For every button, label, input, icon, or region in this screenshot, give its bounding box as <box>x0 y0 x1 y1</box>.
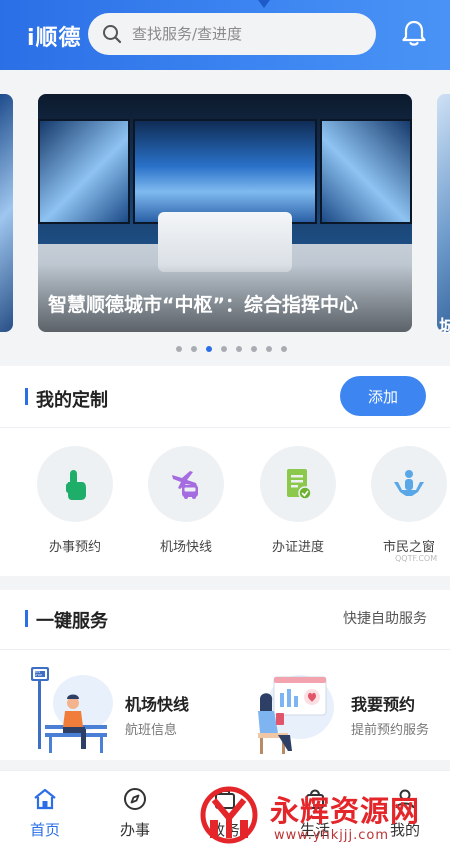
tab-home[interactable]: 首页 <box>15 787 75 840</box>
bell-icon[interactable] <box>399 18 429 48</box>
carousel-dot[interactable] <box>221 346 227 352</box>
custom-item-label: 办事预约 <box>48 540 101 555</box>
banner-next-peek[interactable]: 城 <box>437 94 450 337</box>
section-accent-bar <box>25 610 28 627</box>
tab-label: 首页 <box>29 821 60 839</box>
search-bar[interactable] <box>88 13 376 55</box>
carousel-dot[interactable] <box>191 346 197 352</box>
watermark-small: QQTF.COM <box>395 554 438 563</box>
service-subtitle: 提前预约服务 <box>351 723 430 738</box>
service-appointment[interactable]: 我要预约 提前预约服务 <box>244 663 444 763</box>
citizen-hands-icon <box>394 470 424 496</box>
service-subtitle: 航班信息 <box>125 723 178 738</box>
carousel-dots <box>176 346 287 352</box>
services-section: 一键服务 快捷自助服务 BUS STOP 机场快线 航班信息 我要预约 提前预约… <box>0 590 450 760</box>
custom-item-certificate-progress[interactable]: 办证进度 <box>253 446 343 555</box>
document-progress-icon <box>287 469 312 500</box>
banner-image <box>38 119 130 224</box>
carousel-dot-active[interactable] <box>206 346 212 352</box>
hand-tap-icon <box>66 470 86 500</box>
carousel-dot[interactable] <box>266 346 272 352</box>
custom-item-citizen-window[interactable]: 市民之窗 <box>364 446 450 555</box>
banner-previous-peek[interactable] <box>0 94 13 332</box>
watermark: 永辉资源网 www.yhkjjj.com <box>200 780 450 850</box>
banner-slide[interactable]: 智慧顺德城市“中枢”：综合指挥中心 <box>38 94 412 332</box>
divider <box>0 649 450 650</box>
tab-services[interactable]: 办事 <box>105 787 165 840</box>
notch-indicator <box>258 0 270 8</box>
section-accent-bar <box>25 388 28 405</box>
custom-item-label: 办证进度 <box>271 540 324 555</box>
custom-item-label: 机场快线 <box>159 540 212 555</box>
custom-section: 我的定制 添加 办事预约 机场快线 办证进度 市民之窗 QQTF.COM <box>0 366 450 576</box>
carousel-dot[interactable] <box>281 346 287 352</box>
quick-service-link[interactable]: 快捷自助服务 <box>343 608 427 628</box>
carousel-dot[interactable] <box>251 346 257 352</box>
search-input[interactable] <box>132 25 352 43</box>
tab-label: 办事 <box>119 821 150 839</box>
service-airport-express[interactable]: BUS STOP 机场快线 航班信息 <box>25 663 225 763</box>
appointment-illustration <box>258 675 334 754</box>
custom-header: 我的定制 添加 <box>0 366 450 428</box>
bus-stop-illustration <box>31 667 113 753</box>
watermark-logo <box>200 786 258 844</box>
services-title: 一键服务 <box>36 611 108 632</box>
compass-icon <box>124 788 146 810</box>
search-icon <box>103 25 122 44</box>
custom-item-label: 市民之窗 <box>382 540 435 555</box>
app-logo: i顺德 <box>27 26 82 51</box>
home-icon <box>34 788 56 810</box>
carousel-dot[interactable] <box>176 346 182 352</box>
top-header: i顺德 <box>0 0 450 70</box>
banner-next-caption: 城 <box>439 317 450 337</box>
plane-bus-icon <box>172 471 198 499</box>
banner-carousel[interactable]: 智慧顺德城市“中枢”：综合指挥中心 城 <box>0 70 450 366</box>
watermark-text: 永辉资源网 <box>270 794 421 828</box>
custom-title: 我的定制 <box>36 390 108 411</box>
custom-item-appointment[interactable]: 办事预约 <box>30 446 120 555</box>
service-title: 机场快线 <box>125 695 190 714</box>
service-title: 我要预约 <box>351 695 416 714</box>
add-button[interactable]: 添加 <box>340 376 426 416</box>
watermark-url: www.yhkjjj.com <box>274 828 390 843</box>
banner-caption: 智慧顺德城市“中枢”：综合指挥中心 <box>48 294 358 316</box>
bus-stop-sign-text: BUS STOP <box>34 670 42 677</box>
carousel-dot[interactable] <box>236 346 242 352</box>
custom-item-airport-express[interactable]: 机场快线 <box>141 446 231 555</box>
